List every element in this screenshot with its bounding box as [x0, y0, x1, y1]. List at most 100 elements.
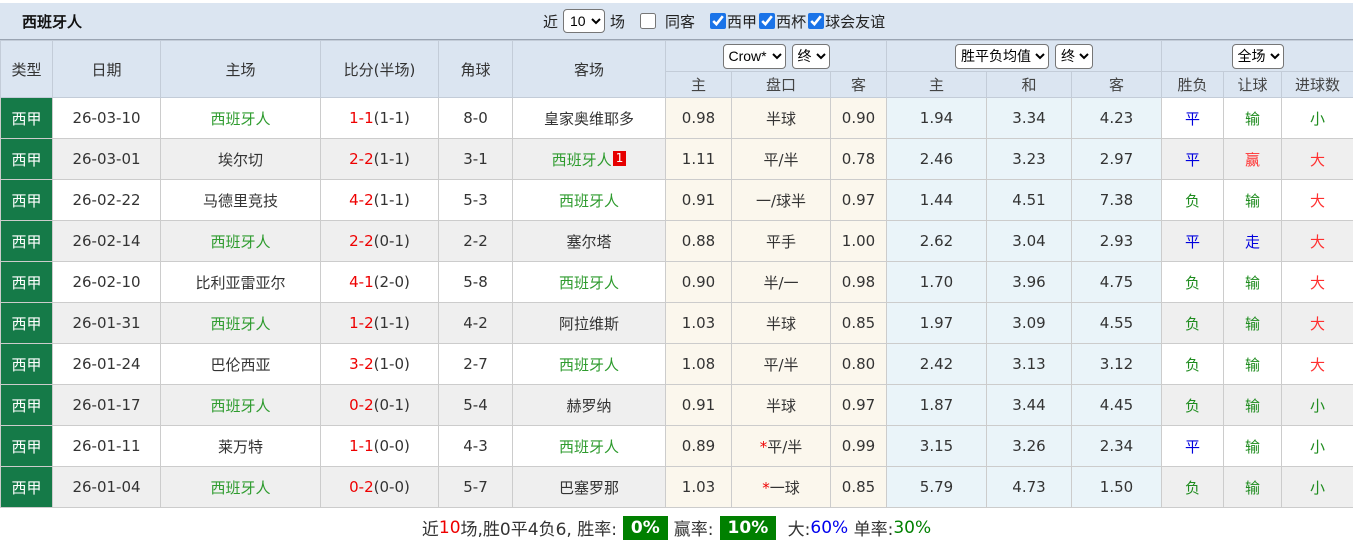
header-date: 日期	[52, 40, 161, 98]
avg-win-cell: 2.42	[886, 343, 987, 385]
home-team-name[interactable]: 西班牙人	[210, 479, 270, 497]
half-time-score: (2-0)	[373, 273, 410, 291]
table-row: 西甲 26-02-22 马德里竞技 4-2(1-1) 5-3 西班牙人 0.91…	[0, 179, 1353, 221]
goals-cell: 小	[1281, 384, 1353, 426]
result-cell: 负	[1161, 179, 1225, 221]
away-team-name[interactable]: 皇家奥维耶多	[544, 110, 634, 128]
result-cell: 平	[1161, 97, 1225, 139]
goals-value: 大	[1310, 150, 1326, 169]
half-time-score: (0-0)	[373, 478, 410, 496]
home-team-name[interactable]: 埃尔切	[218, 151, 263, 169]
corner-cell: 5-7	[438, 466, 513, 508]
away-team-name[interactable]: 西班牙人	[552, 151, 612, 169]
away-team-name[interactable]: 西班牙人	[559, 356, 619, 374]
avg-lose-cell: 7.38	[1070, 179, 1163, 221]
bookmaker-stage-select[interactable]: 终	[791, 43, 830, 69]
league-filter-item[interactable]: 西杯	[757, 11, 806, 32]
score-cell: 2-2(1-1)	[320, 138, 439, 180]
handicap-value: 平手	[765, 232, 796, 251]
goals-value: 大	[1310, 314, 1326, 333]
half-time-score: (0-1)	[373, 396, 410, 414]
goals-cell: 大	[1281, 343, 1353, 385]
home-team-name[interactable]: 西班牙人	[210, 110, 270, 128]
league-checkbox[interactable]	[710, 13, 727, 29]
goals-value: 小	[1310, 478, 1326, 497]
home-team-name[interactable]: 巴伦西亚	[210, 356, 270, 374]
home-team-name[interactable]: 西班牙人	[210, 397, 270, 415]
away-team-name[interactable]: 西班牙人	[559, 274, 619, 292]
result-cell: 负	[1161, 343, 1225, 385]
full-time-score: 2-2	[349, 150, 374, 168]
handicap-value: 平/半	[763, 150, 799, 169]
same-away-label: 同客	[665, 12, 696, 31]
home-team-name[interactable]: 比利亚雷亚尔	[195, 274, 285, 292]
league-checkbox[interactable]	[808, 13, 825, 29]
summary-record: 场,胜0平4负6, 胜率:	[460, 520, 617, 540]
home-team-cell: 莱万特	[160, 425, 321, 467]
table-row: 西甲 26-01-24 巴伦西亚 3-2(1-0) 2-7 西班牙人 1.08 …	[0, 343, 1353, 385]
half-time-score: (1-1)	[373, 314, 410, 332]
avg-stage-select[interactable]: 终	[1055, 43, 1093, 69]
half-time-score: (0-0)	[373, 437, 410, 455]
single-value: 30%	[893, 517, 932, 538]
corner-cell: 8-0	[438, 97, 513, 139]
summary-count: 10	[438, 517, 461, 538]
home-odds-cell: 0.89	[665, 425, 732, 467]
bookmaker-select[interactable]: Crow*	[722, 43, 786, 69]
away-team-name[interactable]: 西班牙人	[559, 438, 619, 456]
subheader-avg-draw: 和	[986, 71, 1072, 98]
handicap-value: 平/半	[767, 437, 803, 456]
away-odds-cell: 0.78	[830, 138, 887, 180]
home-team-name[interactable]: 马德里竞技	[203, 192, 278, 210]
league-type-cell: 西甲	[0, 466, 53, 508]
league-checkbox[interactable]	[759, 13, 776, 29]
league-label: 球会友谊	[825, 12, 886, 31]
result-value: 负	[1185, 191, 1201, 210]
avg-select[interactable]: 胜平负均值	[955, 43, 1049, 69]
handicap-cell: 平手	[731, 220, 831, 262]
let-result-value: 输	[1245, 355, 1261, 374]
recent-count-select[interactable]: 10	[563, 9, 606, 33]
corner-cell: 5-4	[438, 384, 513, 426]
home-team-name[interactable]: 西班牙人	[210, 233, 270, 251]
away-odds-cell: 0.85	[830, 466, 887, 508]
score-cell: 4-1(2-0)	[320, 261, 439, 303]
big-value: 60%	[810, 517, 849, 538]
let-result-cell: 输	[1223, 302, 1283, 344]
single-label: 单率:	[848, 520, 894, 540]
handicap-value: 半球	[765, 314, 796, 333]
handicap-group-header: Crow* 终	[665, 40, 887, 72]
league-filter-item[interactable]: 西甲	[708, 11, 757, 32]
home-team-cell: 比利亚雷亚尔	[160, 261, 321, 303]
handicap-cell: 平/半	[731, 138, 831, 180]
home-team-name[interactable]: 莱万特	[218, 438, 263, 456]
red-card-badge: 1	[612, 150, 627, 166]
avg-win-cell: 1.87	[886, 384, 987, 426]
same-away-checkbox[interactable]	[640, 13, 657, 29]
profit-badge: 10%	[719, 515, 777, 540]
handicap-star: *	[762, 478, 770, 497]
league-filter-item[interactable]: 球会友谊	[806, 11, 885, 32]
corner-cell: 2-2	[438, 220, 513, 262]
away-team-name[interactable]: 阿拉维斯	[559, 315, 619, 333]
corner-cell: 5-3	[438, 179, 513, 221]
away-team-name[interactable]: 巴塞罗那	[559, 479, 619, 497]
scope-select[interactable]: 全场	[1231, 43, 1284, 69]
home-team-cell: 西班牙人	[160, 384, 321, 426]
let-result-value: 输	[1245, 478, 1261, 497]
away-team-name[interactable]: 赫罗纳	[566, 397, 611, 415]
home-team-name[interactable]: 西班牙人	[210, 315, 270, 333]
match-date-cell: 26-01-24	[52, 343, 161, 385]
avg-lose-cell: 2.97	[1070, 138, 1163, 180]
subheader-avg-lose: 客	[1070, 71, 1163, 98]
handicap-value: 半球	[765, 109, 796, 128]
home-odds-cell: 1.03	[665, 466, 732, 508]
avg-lose-cell: 2.34	[1070, 425, 1163, 467]
handicap-cell: 半球	[731, 384, 831, 426]
full-time-score: 1-1	[349, 109, 374, 127]
goals-cell: 小	[1281, 97, 1353, 139]
profit-label: 赢率:	[673, 520, 714, 540]
avg-draw-cell: 3.09	[986, 302, 1072, 344]
away-team-name[interactable]: 西班牙人	[559, 192, 619, 210]
away-team-name[interactable]: 塞尔塔	[566, 233, 611, 251]
